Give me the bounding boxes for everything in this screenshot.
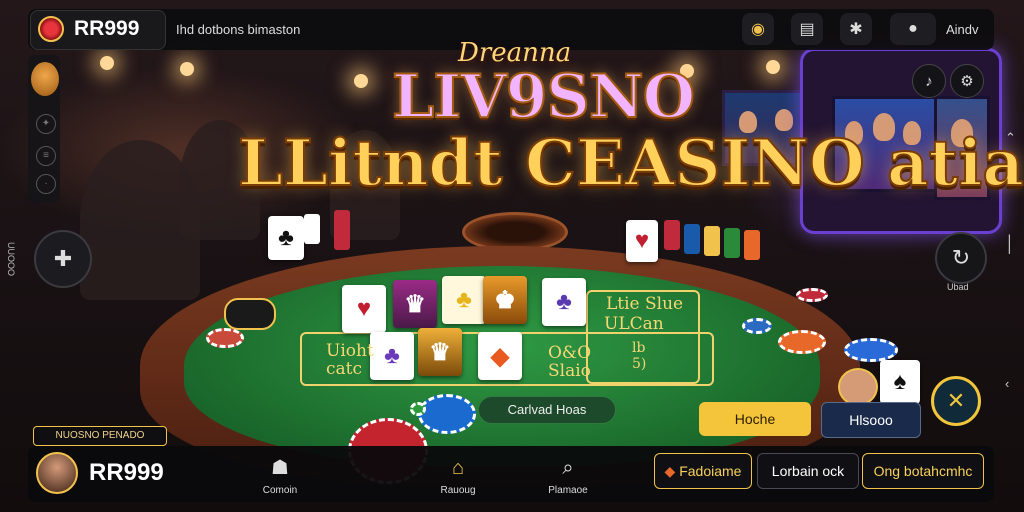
ceiling-lamp bbox=[100, 56, 114, 70]
search-icon: ⌕ bbox=[562, 457, 574, 479]
player-avatar[interactable] bbox=[224, 298, 276, 330]
felt-label: lb 5) bbox=[632, 340, 647, 372]
chip-stack bbox=[704, 226, 720, 256]
chip-stack bbox=[664, 220, 680, 250]
playing-card[interactable]: ♛ bbox=[418, 328, 462, 376]
side-vertical-label: UUOOO bbox=[6, 242, 16, 277]
bell-icon[interactable]: ♪ bbox=[912, 64, 946, 98]
chef-hat-icon: ☗ bbox=[271, 457, 289, 479]
title-main: LIV9SNO bbox=[391, 61, 696, 133]
home-icon: ⌂ bbox=[451, 457, 465, 479]
playing-card[interactable]: ♣ bbox=[370, 332, 414, 380]
chip-stack bbox=[724, 228, 740, 258]
chip-stack bbox=[304, 214, 320, 244]
casino-chip[interactable] bbox=[796, 288, 828, 302]
ong-button[interactable]: Ong botahcmhc bbox=[862, 453, 984, 489]
chip-stack bbox=[744, 230, 760, 260]
nav-label: Comoin bbox=[262, 485, 298, 496]
playing-card[interactable]: ♣ bbox=[442, 276, 486, 324]
playing-card[interactable]: ♛ bbox=[393, 280, 437, 328]
fadoiame-button[interactable]: ◆ Fadoiame bbox=[654, 453, 752, 489]
nav-label: Plamaoe bbox=[548, 485, 588, 496]
chevron-up-icon[interactable]: ⌃ bbox=[1005, 130, 1016, 146]
playing-card[interactable]: ♥ bbox=[626, 220, 658, 262]
hoche-button[interactable]: Hoche bbox=[699, 402, 811, 436]
promo-tag: NUOSNO PENADO bbox=[33, 426, 167, 446]
bet-pill-button[interactable]: Carlvad Hoas bbox=[478, 396, 616, 424]
player-avatar[interactable] bbox=[838, 368, 878, 406]
gear-icon[interactable]: ⚙ bbox=[950, 64, 984, 98]
playing-card[interactable]: ♣ bbox=[542, 278, 586, 326]
lorbain-button[interactable]: Lorbain ock bbox=[757, 453, 859, 489]
chip-stack bbox=[334, 210, 350, 250]
playing-card[interactable]: ♣ bbox=[268, 216, 304, 260]
ceiling-lamp bbox=[766, 60, 780, 74]
close-icon[interactable]: ✕ bbox=[931, 376, 981, 426]
title-casino: LLitndt CEASINO atia bbox=[237, 125, 1024, 202]
scrollbar-handle[interactable]: │ bbox=[1005, 236, 1015, 254]
chip-stack bbox=[684, 224, 700, 254]
rail-star-icon[interactable]: ✦ bbox=[36, 114, 56, 134]
felt-label: Uioht catc bbox=[326, 341, 374, 379]
bottom-brand: RR999 bbox=[89, 459, 164, 486]
casino-chip[interactable] bbox=[410, 402, 426, 416]
nav-label: Rauoug bbox=[440, 485, 476, 496]
top-right-label: Aindv bbox=[946, 22, 979, 37]
flame-icon: ◆ bbox=[664, 463, 676, 479]
refresh-icon[interactable]: ↻ bbox=[935, 232, 987, 284]
rail-dot-icon[interactable]: · bbox=[36, 174, 56, 194]
ceiling-lamp bbox=[180, 62, 194, 76]
felt-label: ULCan bbox=[604, 314, 664, 334]
casino-chip[interactable] bbox=[418, 394, 476, 434]
chevron-left-icon[interactable]: ‹ bbox=[1005, 376, 1009, 391]
user-avatar[interactable] bbox=[36, 452, 78, 494]
top-subtitle: Ihd dotbons bimaston bbox=[176, 22, 301, 37]
brand-name: RR999 bbox=[74, 17, 140, 40]
toggle-icon[interactable]: ● bbox=[890, 13, 936, 45]
felt-label: Ltie Slue bbox=[606, 294, 684, 314]
rail-list-icon[interactable]: ≡ bbox=[36, 146, 56, 166]
felt-label: O&O Slaio bbox=[548, 343, 592, 381]
refresh-label: Ubad bbox=[947, 282, 969, 292]
casino-chip[interactable] bbox=[844, 338, 898, 362]
nav-item-plamaoe[interactable]: ⌕ Plamaoe bbox=[538, 456, 598, 496]
playing-card[interactable]: ♠ bbox=[880, 360, 920, 404]
playing-card[interactable]: ♥ bbox=[342, 285, 386, 333]
coins-icon[interactable]: ◉ bbox=[742, 13, 774, 45]
nav-item-rauoug[interactable]: ⌂ Rauoug bbox=[428, 456, 488, 496]
playing-card[interactable]: ◆ bbox=[478, 332, 522, 380]
ceiling-lamp bbox=[354, 74, 368, 88]
shop-icon[interactable]: ▤ bbox=[791, 13, 823, 45]
casino-chip[interactable] bbox=[206, 328, 244, 348]
playing-card[interactable]: ♚ bbox=[483, 276, 527, 324]
gamepad-button[interactable]: ✚ bbox=[34, 230, 92, 288]
brand-logo-icon bbox=[38, 16, 64, 42]
avatar[interactable] bbox=[31, 62, 59, 96]
button-label: Fadoiame bbox=[679, 463, 742, 479]
settings-icon[interactable]: ✱ bbox=[840, 13, 872, 45]
nav-item-comoin[interactable]: ☗ Comoin bbox=[250, 456, 310, 496]
casino-chip[interactable] bbox=[778, 330, 826, 354]
casino-chip[interactable] bbox=[742, 318, 772, 334]
hlsooo-button[interactable]: Hlsooo bbox=[821, 402, 921, 438]
